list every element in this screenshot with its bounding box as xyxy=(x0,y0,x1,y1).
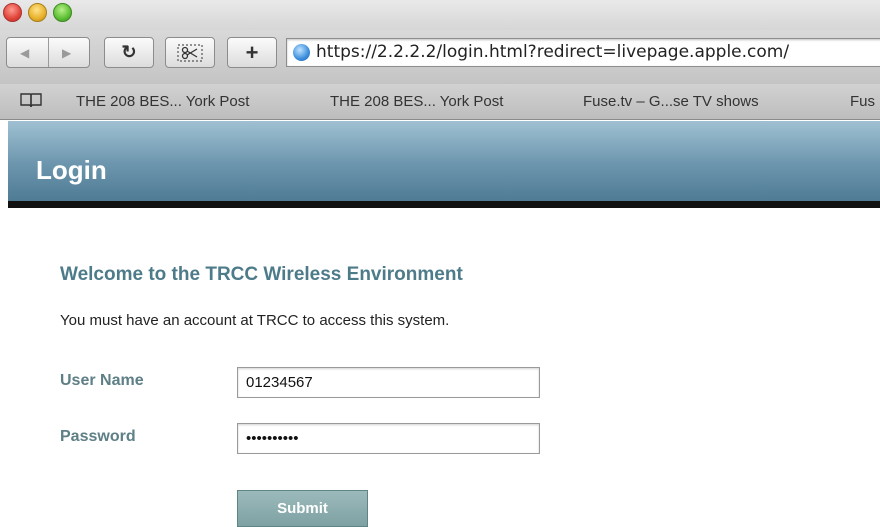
bookmark-item[interactable]: THE 208 BES... York Post xyxy=(76,93,249,110)
zoom-window-button[interactable] xyxy=(53,3,72,22)
bookmark-item[interactable]: THE 208 BES... York Post xyxy=(330,93,503,110)
submit-button[interactable]: Submit xyxy=(237,490,368,527)
scissors-icon xyxy=(177,43,203,62)
back-arrow-icon[interactable]: ◀ xyxy=(20,46,29,60)
password-input[interactable] xyxy=(237,423,540,454)
nav-divider xyxy=(48,38,49,67)
window-titlebar xyxy=(0,0,880,30)
globe-icon xyxy=(293,44,310,61)
reload-icon: ↻ xyxy=(121,42,137,62)
account-notice: You must have an account at TRCC to acce… xyxy=(60,312,450,329)
username-label: User Name xyxy=(60,372,144,389)
bookmark-item[interactable]: Fuse.tv – G...se TV shows xyxy=(583,93,759,110)
open-book-icon[interactable] xyxy=(20,92,42,108)
address-text[interactable]: https://2.2.2.2/login.html?redirect=live… xyxy=(316,42,789,62)
reload-button[interactable]: ↻ xyxy=(104,37,154,68)
forward-arrow-icon[interactable]: ▶ xyxy=(62,46,71,60)
web-clip-button[interactable] xyxy=(165,37,215,68)
bookmark-item[interactable]: Fus xyxy=(850,93,875,110)
minimize-window-button[interactable] xyxy=(28,3,47,22)
username-input[interactable] xyxy=(237,367,540,398)
add-bookmark-button[interactable]: + xyxy=(227,37,277,68)
bookmarks-bar: THE 208 BES... York Post THE 208 BES... … xyxy=(0,84,880,120)
page-title: Login xyxy=(36,155,107,185)
welcome-heading: Welcome to the TRCC Wireless Environment xyxy=(60,264,463,285)
browser-toolbar: ◀ ▶ ↻ + https://2.2.2.2/login.html?redir… xyxy=(0,30,880,84)
close-window-button[interactable] xyxy=(3,3,22,22)
address-bar[interactable]: https://2.2.2.2/login.html?redirect=live… xyxy=(286,38,880,67)
back-forward-control: ◀ ▶ xyxy=(6,37,90,68)
header-divider xyxy=(8,201,880,208)
page-header: Login xyxy=(8,121,880,201)
plus-icon: + xyxy=(245,39,259,65)
password-label: Password xyxy=(60,428,136,445)
